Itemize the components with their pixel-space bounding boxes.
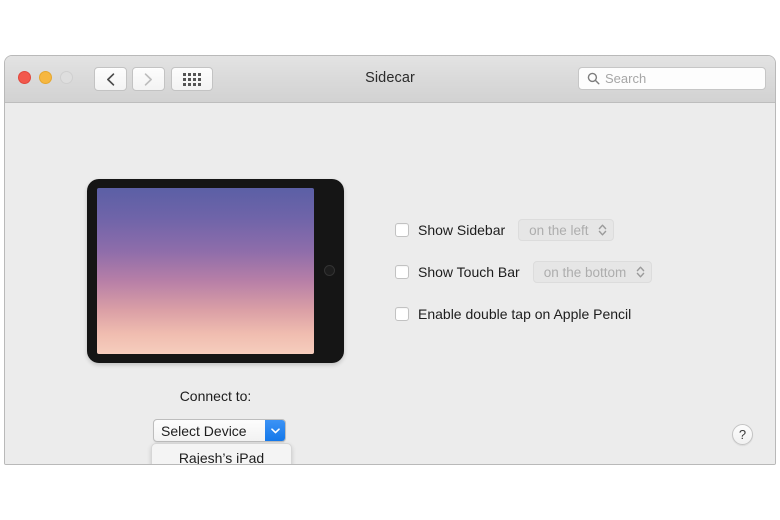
- ipad-screen-wallpaper: [97, 188, 314, 354]
- enable-double-tap-checkbox[interactable]: [395, 307, 409, 321]
- chevron-down-icon: [265, 420, 285, 441]
- select-device-value: Select Device: [161, 422, 247, 439]
- device-dropdown-menu: Rajesh’s iPad: [151, 443, 292, 464]
- option-row-show-touch-bar: Show Touch Bar on the bottom: [395, 261, 653, 283]
- touch-bar-position-value: on the bottom: [543, 264, 627, 280]
- stepper-chevrons-icon: [636, 265, 645, 279]
- show-sidebar-checkbox[interactable]: [395, 223, 409, 237]
- help-button-label: ?: [738, 426, 747, 442]
- window-titlebar: Sidecar Search: [5, 56, 775, 103]
- ipad-illustration: [87, 179, 344, 363]
- dropdown-item-device[interactable]: Rajesh’s iPad: [152, 448, 291, 464]
- touch-bar-position-popup: on the bottom: [532, 261, 653, 283]
- enable-double-tap-label: Enable double tap on Apple Pencil: [418, 306, 632, 322]
- select-device-popup-button[interactable]: Select Device: [153, 419, 286, 442]
- search-icon: [587, 72, 600, 85]
- search-placeholder: Search: [605, 71, 647, 86]
- sidebar-position-popup: on the left: [518, 219, 615, 241]
- option-row-show-sidebar: Show Sidebar on the left: [395, 219, 652, 241]
- home-button-icon: [324, 265, 335, 276]
- show-touch-bar-checkbox[interactable]: [395, 265, 409, 279]
- sidebar-position-value: on the left: [529, 222, 589, 238]
- option-row-enable-double-tap: Enable double tap on Apple Pencil: [395, 303, 652, 325]
- preference-pane-body: Connect to: Select Device Rajesh’s iPad …: [5, 103, 775, 464]
- connect-to-label: Connect to:: [179, 388, 252, 404]
- stepper-chevrons-icon: [598, 223, 607, 237]
- help-button[interactable]: ?: [732, 424, 753, 445]
- show-sidebar-label: Show Sidebar: [418, 222, 506, 238]
- system-preferences-window: Sidecar Search Connect to: Select Device: [4, 55, 776, 465]
- search-input[interactable]: Search: [578, 67, 766, 90]
- options-group: Show Sidebar on the left Show Touch Bar …: [395, 219, 653, 325]
- show-touch-bar-label: Show Touch Bar: [418, 264, 520, 280]
